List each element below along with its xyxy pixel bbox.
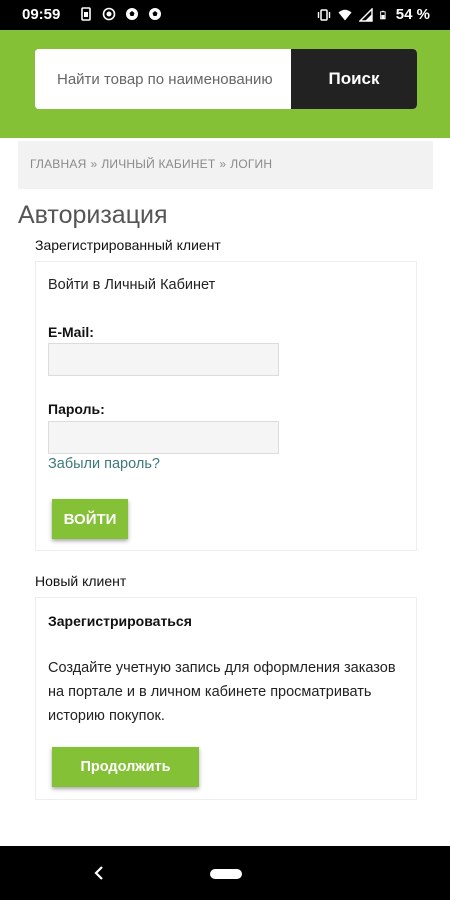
login-panel: Войти в Личный Кабинет E-Mail: Пароль: З…	[35, 261, 417, 551]
breadcrumb-home[interactable]: ГЛАВНАЯ	[30, 157, 86, 171]
system-nav-bar	[0, 846, 450, 900]
status-right-icons: 54 %	[317, 6, 430, 23]
status-bar: 09:59 54 %	[0, 0, 450, 30]
brightness-icon	[102, 7, 116, 21]
search-button[interactable]: Поиск	[291, 49, 417, 109]
battery-percent: 54 %	[395, 6, 430, 23]
signal-icon	[358, 7, 373, 22]
breadcrumb-separator: »	[219, 157, 227, 171]
email-label: E-Mail:	[48, 324, 94, 340]
status-left-icons	[79, 7, 162, 21]
registered-client-title: Зарегистрированный клиент	[35, 237, 221, 253]
status-time: 09:59	[22, 6, 61, 23]
breadcrumb-separator: »	[90, 157, 98, 171]
forgot-password-link[interactable]: Забыли пароль?	[48, 456, 160, 472]
password-field[interactable]	[48, 421, 279, 454]
soccer-ball-icon	[149, 8, 161, 20]
breadcrumb-login: ЛОГИН	[230, 157, 273, 171]
continue-button[interactable]: Продолжить	[52, 747, 199, 787]
back-icon[interactable]	[92, 864, 106, 882]
breadcrumb-account[interactable]: ЛИЧНЫЙ КАБИНЕТ	[101, 157, 215, 171]
soccer-ball-icon	[126, 8, 138, 20]
login-lead: Войти в Личный Кабинет	[48, 277, 216, 293]
vibrate-icon	[317, 8, 330, 21]
register-heading: Зарегистрироваться	[48, 613, 192, 629]
home-pill-icon[interactable]	[210, 869, 242, 879]
header: Поиск	[0, 30, 450, 138]
search-input[interactable]	[35, 49, 291, 109]
register-description: Создайте учетную запись для оформления з…	[48, 660, 396, 724]
email-field[interactable]	[48, 343, 279, 376]
search-bar: Поиск	[35, 49, 417, 109]
wifi-icon	[338, 9, 352, 20]
battery-icon	[379, 10, 386, 19]
breadcrumb: ГЛАВНАЯ» ЛИЧНЫЙ КАБИНЕТ» ЛОГИН	[18, 141, 433, 189]
login-button[interactable]: ВОЙТИ	[52, 499, 128, 539]
page-title: Авторизация	[18, 201, 168, 229]
sim-card-icon	[81, 7, 91, 21]
register-panel: Зарегистрироваться Создайте учетную запи…	[35, 597, 417, 800]
password-label: Пароль:	[48, 401, 105, 417]
new-client-title: Новый клиент	[35, 573, 127, 589]
